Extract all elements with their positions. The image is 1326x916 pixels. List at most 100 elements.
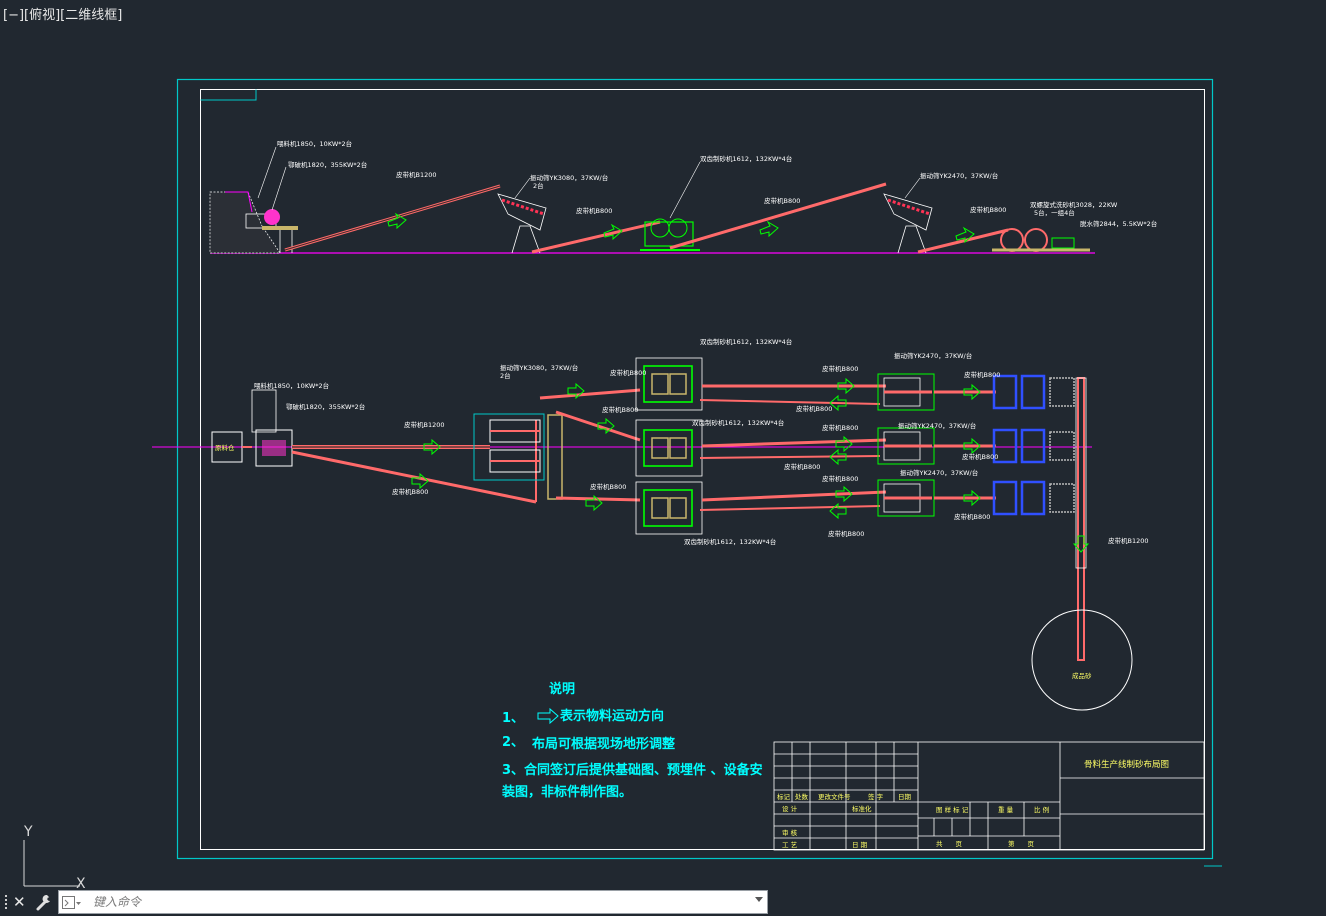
tb-weight: 重 量: [998, 806, 1014, 814]
side-belt-3: [669, 182, 887, 250]
label-side-belt1: 皮带机B1200: [396, 170, 437, 179]
side-view: 喂料机1850，10KW*2台 鄂破机1820，355KW*2台 皮带机B120…: [209, 139, 1157, 254]
plan-belt-r5: [701, 490, 887, 502]
side-washer-1: [1000, 228, 1024, 252]
plan-view: 原料仓 成品砂 喂料机1850，10KW*2台 鄂破机1820，355KW*2台…: [152, 337, 1149, 711]
note-1-number: 1、: [502, 711, 524, 726]
label-plan-belt-out: 皮带机B1200: [1108, 536, 1149, 545]
label-side-screen1-count: 2台: [533, 181, 544, 190]
label-plan-belt-main: 皮带机B1200: [404, 420, 445, 429]
leader-screen2: [904, 177, 921, 199]
tb-stage: 图 样 标 记: [936, 805, 969, 814]
label-plan-belt-r5: 皮带机B800: [822, 474, 858, 483]
close-icon[interactable]: ✕: [13, 892, 26, 912]
note-1-arrow-icon: [537, 707, 559, 725]
note-3-line-1: 3、合同签订后提供基础图、预埋件 、设备安: [502, 762, 763, 778]
notes-title: 说明: [549, 681, 575, 697]
label-side-washer-count: 5台，一组4台: [1034, 208, 1075, 217]
tb-date: 日期: [898, 793, 912, 801]
label-side-belt4: 皮带机B800: [970, 205, 1006, 214]
plan-belt-r4: [699, 455, 881, 459]
leader-jaw: [271, 166, 287, 211]
side-screen-2-legs: [897, 225, 927, 254]
label-plan-silo: 原料仓: [215, 443, 235, 452]
jaw-platform: [262, 226, 298, 230]
plan-crusher-top: [635, 357, 703, 411]
note-2-text: 布局可根据现场地形调整: [532, 736, 676, 752]
ucs-x-label: X: [76, 876, 86, 888]
side-dewater: [1051, 237, 1075, 249]
viewport-controls-label[interactable]: [−][俯视][二维线框]: [3, 4, 122, 23]
tb-review: 审 核: [782, 828, 798, 837]
plan-washer-row-2: [992, 428, 1075, 464]
command-input-field: [58, 890, 768, 914]
command-history-dropdown-icon[interactable]: [755, 897, 763, 902]
note-3-line-2: 装图，非标件制作图。: [501, 784, 632, 800]
plan-jaw-core: [262, 440, 286, 456]
tb-sign: 签 字: [868, 792, 884, 801]
tb-standard: 标准化: [852, 804, 872, 813]
label-plan-screen-r2: 振动筛YK2470，37KW/台: [898, 421, 976, 430]
label-side-screen2: 振动筛YK2470，37KW/台: [920, 171, 998, 180]
plan-belt-r6: [699, 505, 881, 511]
tb-mark: 标记: [777, 792, 791, 801]
command-line-bar: ✕: [0, 888, 772, 916]
tb-total: 共 页: [936, 839, 963, 848]
side-screen-2: [883, 193, 933, 231]
ucs-icon: Y X: [23, 824, 86, 888]
plan-screen-r2: [877, 427, 935, 465]
notes-block: 说明 1、 表示物料运动方向 2、 布局可根据现场地形调整 3、合同签订后提供基…: [501, 681, 763, 800]
label-side-belt2: 皮带机B800: [576, 206, 612, 215]
side-washer-2: [1024, 228, 1048, 252]
label-product: 成品砂: [1072, 671, 1092, 680]
command-prompt-icon[interactable]: [62, 896, 82, 910]
label-side-crusher: 双齿制砂机1612，132KW*4台: [700, 154, 792, 163]
plan-screen-r1: [877, 373, 935, 411]
label-side-feeder: 喂料机1850，10KW*2台: [277, 139, 352, 148]
side-arrow-2: [759, 220, 779, 238]
plan-arrow-r3: [835, 435, 853, 453]
label-side-jaw: 鄂破机1820，355KW*2台: [288, 160, 367, 169]
label-plan-belt-r2: 皮带机B800: [796, 404, 832, 413]
label-plan-belt-r1: 皮带机B800: [822, 364, 858, 373]
side-belt-2: [531, 220, 661, 254]
label-side-washer: 双螺旋式洗砂机3028，22KW: [1030, 200, 1118, 209]
plan-belt-r3: [701, 438, 887, 448]
label-plan-crusher-bot: 双齿制砂机1612，132KW*4台: [684, 537, 776, 546]
side-screen-2-deck: [887, 198, 931, 216]
leader-crusher: [669, 161, 701, 219]
side-belt-1-inner: [284, 185, 501, 251]
side-screen-1-legs: [511, 225, 541, 254]
label-plan-crusher-top: 双齿制砂机1612，132KW*4台: [700, 337, 792, 346]
plan-screen-chute: [547, 414, 563, 500]
plan-belt-out: [1077, 377, 1085, 661]
plan-belt-r2: [699, 399, 881, 405]
label-plan-belt-r6: 皮带机B800: [828, 529, 864, 538]
plan-feeder: [251, 389, 277, 433]
label-plan-belt-w3: 皮带机B800: [954, 512, 990, 521]
plan-belt-a: [539, 388, 641, 400]
drawing-title: 骨料生产线制砂布局图: [1084, 759, 1169, 770]
label-plan-crusher-mid: 双齿制砂机1612，132KW*4台: [692, 418, 784, 427]
label-plan-belt-r4: 皮带机B800: [784, 462, 820, 471]
label-plan-belt-c: 皮带机B800: [590, 482, 626, 491]
label-plan-screen: 振动筛YK3080，37KW/台: [500, 363, 578, 372]
drag-grip-handle[interactable]: [3, 893, 9, 911]
side-screen-1-deck: [501, 198, 545, 216]
ucs-y-label: Y: [23, 824, 33, 840]
title-block-text: 骨料生产线制砂布局图 标记 处数 更改文件号 签 字 日期 设 计 标准化 审 …: [777, 759, 1169, 849]
frame-tab: [200, 89, 257, 101]
cad-drawing-canvas[interactable]: 喂料机1850，10KW*2台 鄂破机1820，355KW*2台 皮带机B120…: [0, 0, 1326, 916]
label-side-screen1: 振动筛YK3080，37KW/台: [530, 173, 608, 182]
plan-crusher-bot: [635, 481, 703, 535]
customize-wrench-icon[interactable]: [35, 892, 53, 912]
leader-feeder: [257, 146, 277, 199]
plan-screen-r3: [877, 479, 935, 517]
label-plan-jaw: 鄂破机1820，355KW*2台: [286, 402, 365, 411]
label-plan-belt-r3: 皮带机B800: [822, 423, 858, 432]
label-plan-screen-r1: 振动筛YK2470，37KW/台: [894, 351, 972, 360]
plan-washer-row-3: [992, 480, 1075, 516]
command-input[interactable]: [93, 891, 733, 913]
label-side-belt3: 皮带机B800: [764, 196, 800, 205]
tb-process: 工 艺: [782, 841, 798, 849]
